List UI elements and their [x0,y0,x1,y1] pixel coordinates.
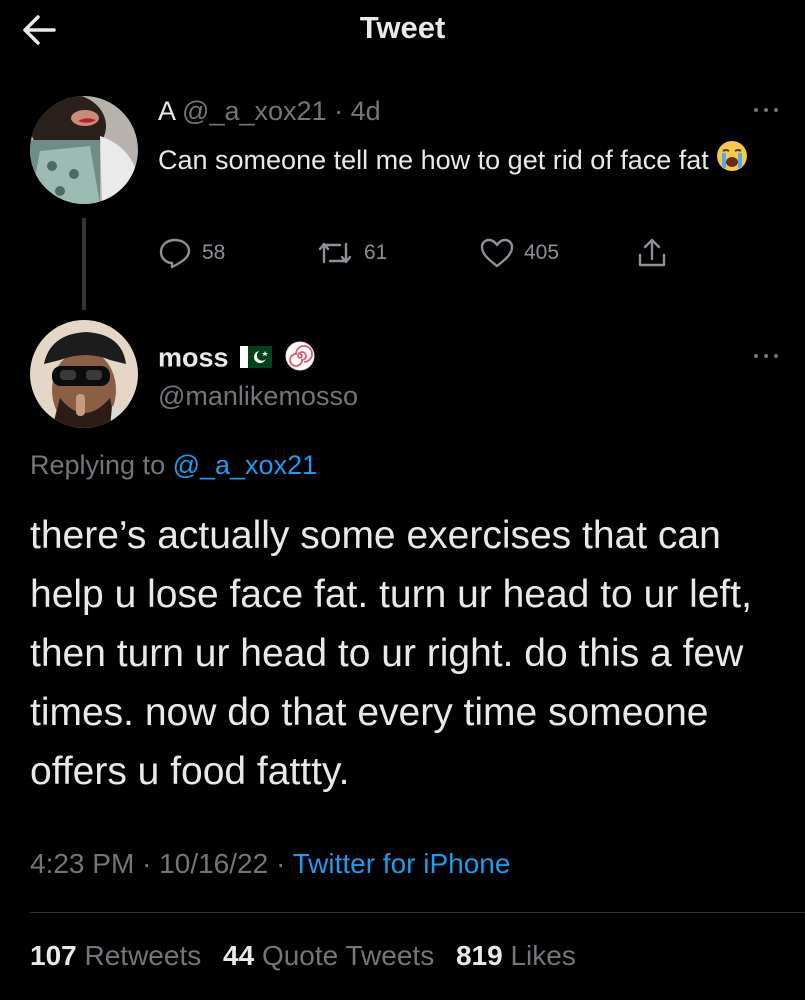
retweets-stat[interactable]: 107 Retweets [30,940,215,971]
original-tweet-body: Can someone tell me how to get rid of fa… [158,145,709,176]
page-title: Tweet [359,10,446,45]
retweets-count: 107 [30,940,77,971]
share-icon [638,238,666,267]
replying-to-line: Replying to @_a_xox21 [30,450,317,481]
meta-dot: · [268,848,293,879]
divider [30,912,805,913]
tweet-source[interactable]: Twitter for iPhone [293,848,511,879]
heart-icon [480,238,514,268]
likes-stat[interactable]: 819 Likes [456,940,590,971]
like-action[interactable]: 405 [480,236,559,270]
replying-to-label: Replying to [30,450,173,480]
original-author-name[interactable]: A [158,96,175,126]
meta-dot: · [134,848,160,879]
retweets-label: Retweets [84,940,202,971]
original-more-options-icon[interactable] [748,100,788,120]
header: Tweet [0,0,805,60]
reply-author-name[interactable]: moss [158,343,229,373]
pakistan-flag-icon [240,344,273,375]
original-actions-bar: 58 61 405 [158,236,678,270]
likes-count: 819 [455,940,503,971]
thread-connector-line [82,218,86,310]
reply-icon [159,238,191,269]
original-author-handle[interactable]: @_a_xox21 [182,96,327,126]
tweet-date[interactable]: 10/16/22 [159,848,268,879]
like-count: 405 [524,241,560,264]
engagement-stats: 107 Retweets 44 Quote Tweets 819 Likes [30,940,590,972]
reply-tweet-text: there’s actually some exercises that can… [30,514,752,793]
avatar-original-author[interactable] [30,96,138,204]
separator-dot: · [326,96,351,126]
reply-count: 58 [202,241,226,264]
reply-more-options-icon[interactable] [748,346,788,366]
original-tweet-text: Can someone tell me how to get rid of fa… [158,140,778,184]
share-action[interactable] [636,236,668,270]
replying-to-handle[interactable]: @_a_xox21 [173,450,318,480]
original-tweet-time[interactable]: 4d [351,96,381,126]
original-author-row: A @_a_xox21 · 4d [158,96,381,127]
avatar-reply-author[interactable] [30,320,138,428]
quote-tweets-stat[interactable]: 44 Quote Tweets [223,940,448,971]
reply-author-handle[interactable]: @manlikemosso [158,381,358,412]
quote-tweets-label: Quote Tweets [261,940,435,971]
loudly-crying-face-icon [716,140,748,184]
retweet-action[interactable]: 61 [316,236,387,270]
retweet-count: 61 [364,241,388,264]
retweet-icon [318,242,352,264]
tweet-time[interactable]: 4:23 PM [30,848,134,879]
reply-action[interactable]: 58 [158,236,225,270]
reply-author-row: moss [158,340,316,379]
likes-label: Likes [510,940,576,971]
quote-tweets-count: 44 [223,940,255,971]
spiral-badge-icon [284,340,316,379]
tweet-meta: 4:23 PM · 10/16/22 · Twitter for iPhone [30,848,510,880]
